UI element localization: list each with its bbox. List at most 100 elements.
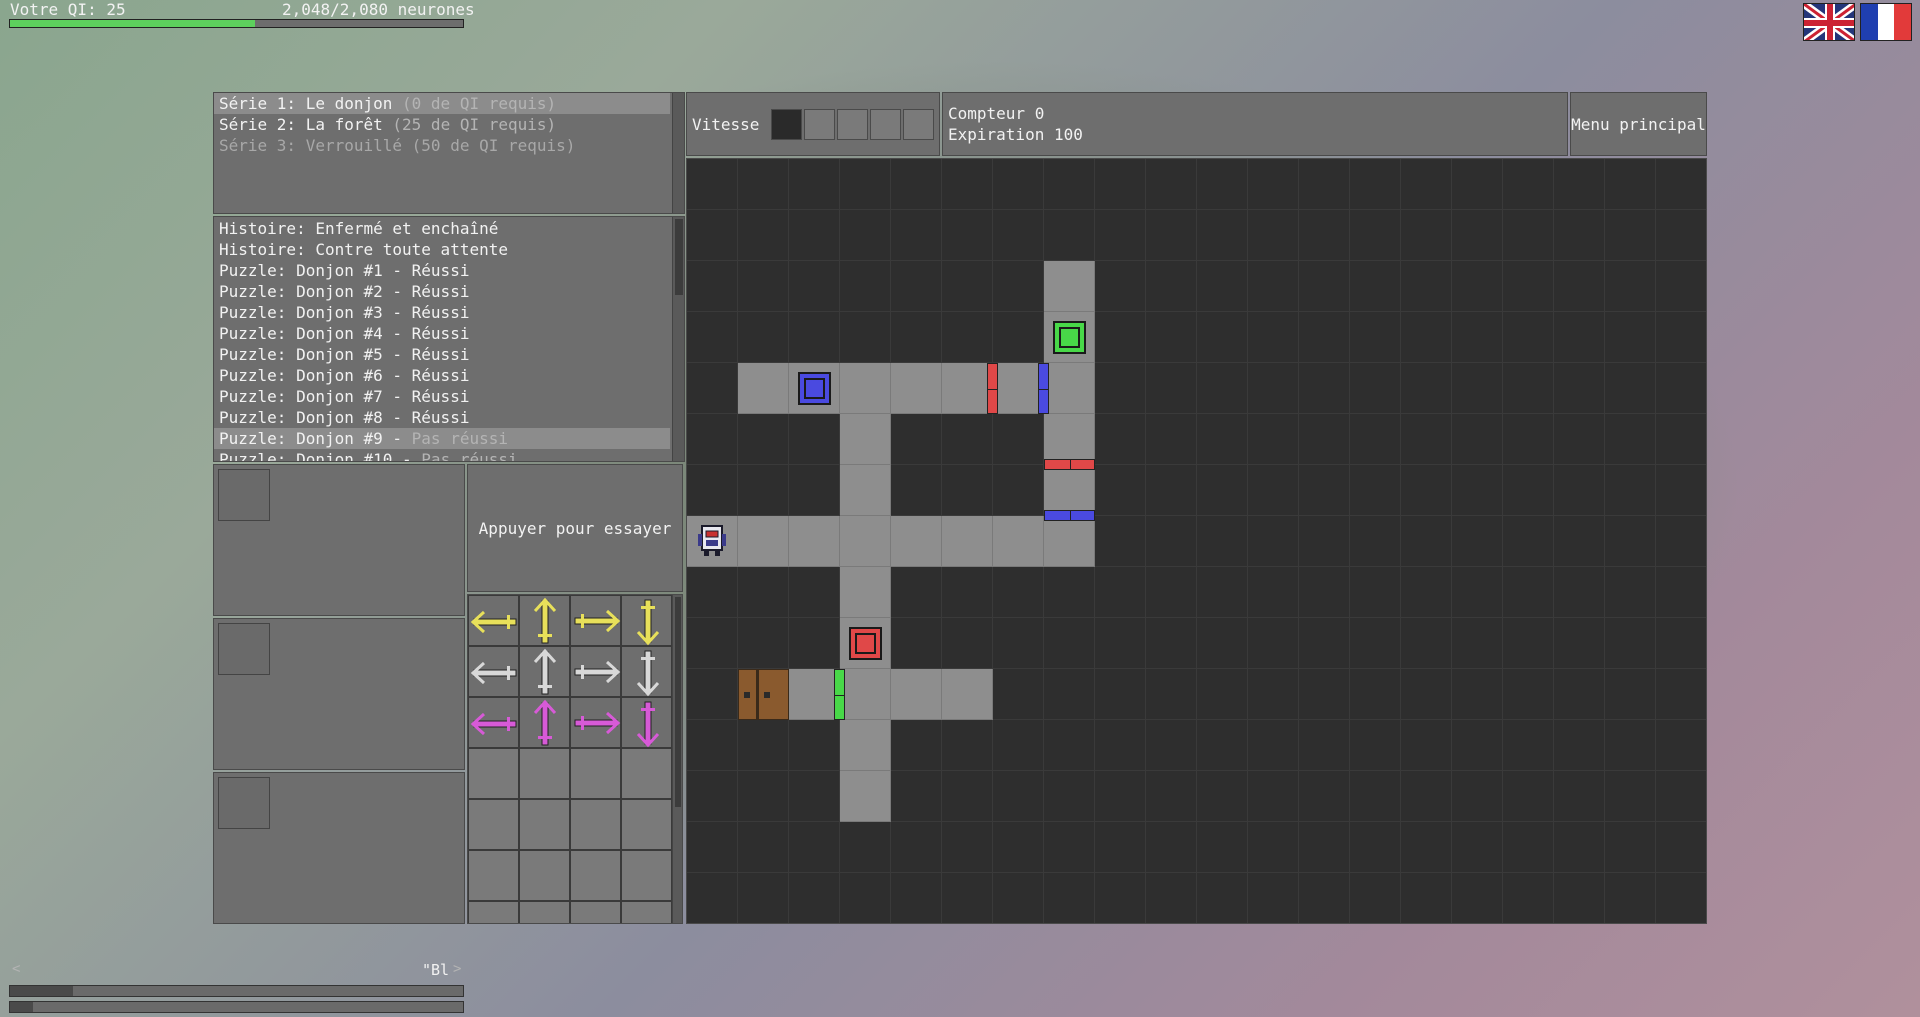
- level-item[interactable]: Puzzle: Donjon #1 - Réussi: [214, 260, 670, 281]
- arrow-yellow-left-icon[interactable]: [468, 595, 519, 646]
- level-item[interactable]: Puzzle: Donjon #2 - Réussi: [214, 281, 670, 302]
- next-code-button[interactable]: >: [453, 961, 461, 977]
- palette-cell[interactable]: [570, 748, 621, 799]
- grid-cell: [1503, 516, 1554, 567]
- prev-code-button[interactable]: <: [12, 961, 20, 977]
- palette-cell[interactable]: [519, 850, 570, 901]
- palette-cell[interactable]: [468, 901, 519, 923]
- level-item-status: Réussi: [411, 345, 470, 364]
- grid-cell: [1197, 159, 1248, 210]
- palette-cell[interactable]: [621, 799, 672, 850]
- arrow-magenta-up-icon[interactable]: [519, 697, 570, 748]
- grid-cell: [1554, 516, 1605, 567]
- solution-slot-1[interactable]: [213, 464, 465, 616]
- grid-cell: [1095, 567, 1146, 618]
- level-item[interactable]: Puzzle: Donjon #6 - Réussi: [214, 365, 670, 386]
- grid-cell: [993, 669, 1044, 720]
- palette-cell[interactable]: [621, 748, 672, 799]
- grid-cell: [1656, 669, 1706, 720]
- palette-cell[interactable]: [519, 901, 570, 923]
- arrow-white-right-icon[interactable]: [570, 646, 621, 697]
- try-button[interactable]: Appuyer pour essayer: [467, 464, 683, 592]
- door: [738, 669, 789, 720]
- speed-option-1[interactable]: [771, 108, 803, 140]
- level-item[interactable]: Puzzle: Donjon #9 - Pas réussi: [214, 428, 670, 449]
- level-item[interactable]: Puzzle: Donjon #8 - Réussi: [214, 407, 670, 428]
- arrow-yellow-down-icon[interactable]: [621, 595, 672, 646]
- level-item[interactable]: Puzzle: Donjon #10 - Pas réussi: [214, 449, 670, 461]
- red-block[interactable]: [849, 627, 882, 660]
- levels-scrollbar-thumb[interactable]: [675, 219, 683, 295]
- arrow-yellow-up-icon[interactable]: [519, 595, 570, 646]
- level-item[interactable]: Puzzle: Donjon #7 - Réussi: [214, 386, 670, 407]
- level-item-status: Réussi: [411, 387, 470, 406]
- grid-cell: [1146, 312, 1197, 363]
- arrow-white-down-icon[interactable]: [621, 646, 672, 697]
- series-item[interactable]: Série 2: La forêt (25 de QI requis): [214, 114, 670, 135]
- solution-slot-3[interactable]: [213, 772, 465, 924]
- arrow-magenta-down-icon[interactable]: [621, 697, 672, 748]
- main-menu-button[interactable]: Menu principal: [1570, 92, 1707, 156]
- palette-cell[interactable]: [570, 850, 621, 901]
- palette-cell[interactable]: [570, 901, 621, 923]
- series-item[interactable]: Série 3: Verrouillé (50 de QI requis): [214, 135, 670, 156]
- arrow-white-left-icon[interactable]: [468, 646, 519, 697]
- arrow-magenta-right-icon[interactable]: [570, 697, 621, 748]
- level-item-status: Pas réussi: [411, 429, 508, 448]
- level-item-label: Histoire: Enfermé et enchaîné: [219, 219, 499, 238]
- grid-cell: [1401, 261, 1452, 312]
- speed-option-5[interactable]: [903, 108, 935, 140]
- grid-cell: [1503, 312, 1554, 363]
- palette-scrollbar-thumb[interactable]: [675, 597, 681, 807]
- green-block[interactable]: [1053, 321, 1086, 354]
- level-item[interactable]: Puzzle: Donjon #5 - Réussi: [214, 344, 670, 365]
- arrow-yellow-right-icon[interactable]: [570, 595, 621, 646]
- levels-scrollbar[interactable]: [672, 217, 684, 461]
- grid-cell: [1401, 210, 1452, 261]
- grid-cell: [1146, 363, 1197, 414]
- palette-cell[interactable]: [468, 748, 519, 799]
- fr-flag-icon[interactable]: [1860, 3, 1912, 41]
- grid-cell: [891, 261, 942, 312]
- arrow-magenta-left-icon[interactable]: [468, 697, 519, 748]
- level-item[interactable]: Histoire: Enfermé et enchaîné: [214, 218, 670, 239]
- grid-cell: [738, 465, 789, 516]
- palette-cell[interactable]: [621, 901, 672, 923]
- grid-cell: [1452, 720, 1503, 771]
- series-item[interactable]: Série 1: Le donjon (0 de QI requis): [214, 93, 670, 114]
- palette-cell[interactable]: [519, 799, 570, 850]
- grid-cell: [1197, 516, 1248, 567]
- grid-cell: [789, 465, 840, 516]
- blue-block[interactable]: [798, 372, 831, 405]
- speed-option-4[interactable]: [870, 108, 902, 140]
- grid-cell: [840, 822, 891, 873]
- robot-icon[interactable]: [697, 524, 727, 558]
- grid-cell: [942, 618, 993, 669]
- series-scrollbar[interactable]: [672, 93, 684, 213]
- palette-scrollbar[interactable]: [672, 595, 682, 923]
- speed-option-3[interactable]: [837, 108, 869, 140]
- level-item-label: Puzzle: Donjon #3 -: [219, 303, 412, 322]
- puzzle-board[interactable]: [686, 158, 1707, 924]
- level-item[interactable]: Puzzle: Donjon #4 - Réussi: [214, 323, 670, 344]
- level-item[interactable]: Puzzle: Donjon #3 - Réussi: [214, 302, 670, 323]
- uk-flag-icon[interactable]: [1803, 3, 1855, 41]
- grid-cell: [1044, 720, 1095, 771]
- palette-cell[interactable]: [519, 748, 570, 799]
- level-item[interactable]: Histoire: Contre toute attente: [214, 239, 670, 260]
- solution-slot-2[interactable]: [213, 618, 465, 770]
- grid-cell: [789, 618, 840, 669]
- grid-cell: [1401, 363, 1452, 414]
- grid-cell: [1299, 465, 1350, 516]
- speed-option-2[interactable]: [804, 108, 836, 140]
- palette-cell[interactable]: [468, 850, 519, 901]
- arrow-white-up-icon[interactable]: [519, 646, 570, 697]
- grid-cell: [891, 720, 942, 771]
- grid-cell: [1452, 210, 1503, 261]
- palette-cell[interactable]: [468, 799, 519, 850]
- grid-cell: [1503, 465, 1554, 516]
- speed-selector[interactable]: [771, 108, 936, 140]
- palette-cell[interactable]: [621, 850, 672, 901]
- grid-cell: [1452, 873, 1503, 923]
- palette-cell[interactable]: [570, 799, 621, 850]
